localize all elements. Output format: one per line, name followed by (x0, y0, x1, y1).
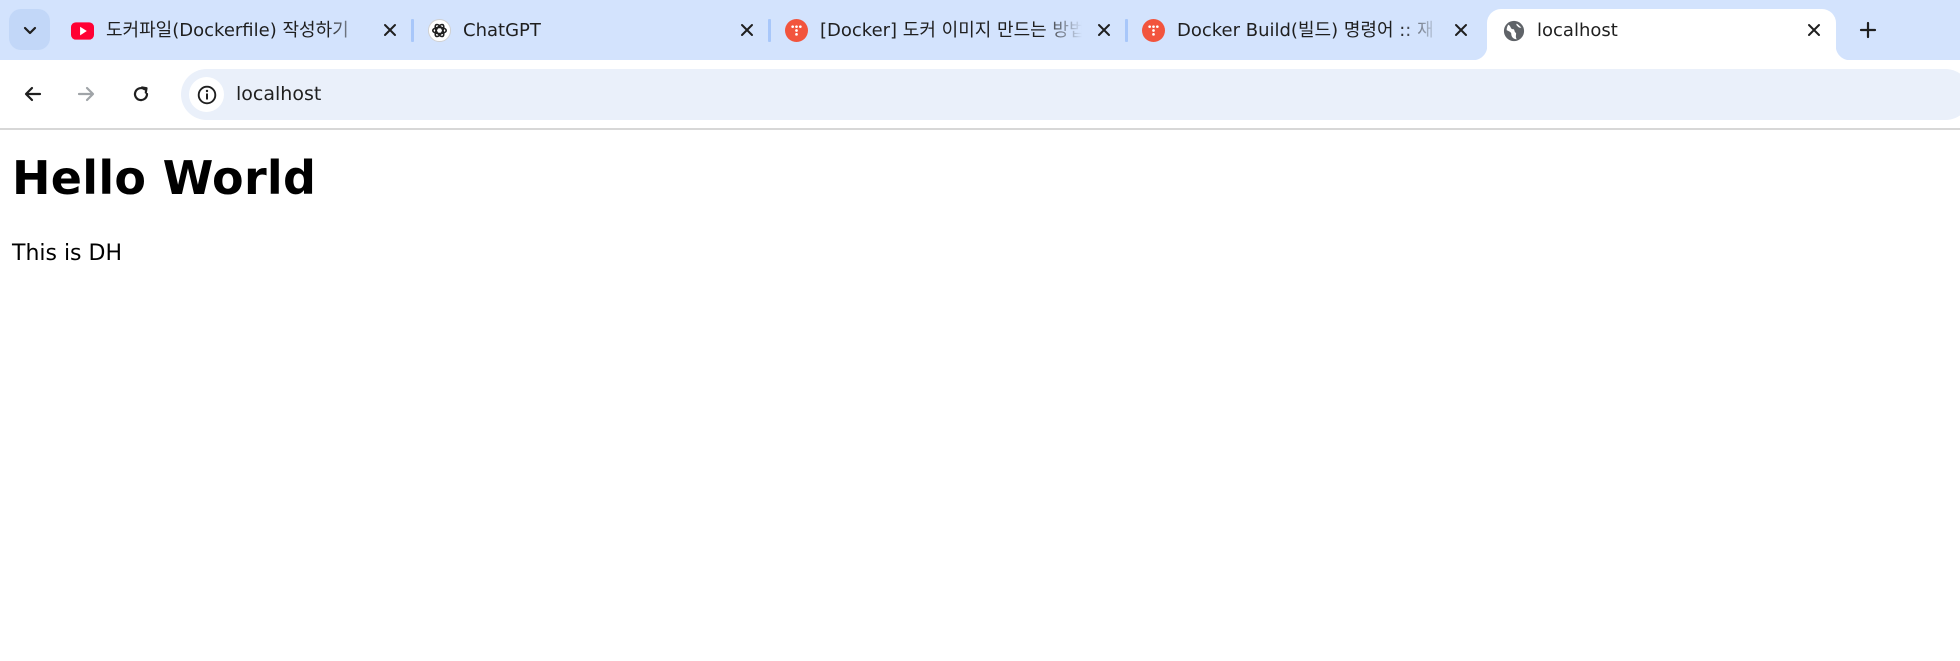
tab-title: [Docker] 도커 이미지 만드는 방법 (820, 20, 1082, 41)
tistory-icon (1142, 19, 1165, 42)
tab-title: localhost (1537, 20, 1618, 41)
close-icon[interactable] (1805, 21, 1823, 39)
tab-chatgpt[interactable]: ChatGPT (413, 9, 769, 51)
close-icon[interactable] (738, 21, 756, 39)
reload-button[interactable] (121, 74, 161, 114)
chevron-down-icon (22, 22, 38, 38)
browser-toolbar: localhost (0, 60, 1960, 129)
tab-docker-image[interactable]: [Docker] 도커 이미지 만드는 방법 (770, 9, 1126, 51)
info-icon (197, 85, 217, 105)
site-info-button[interactable] (189, 77, 224, 112)
close-icon[interactable] (1095, 21, 1113, 39)
new-tab-button[interactable] (1852, 14, 1884, 46)
page-paragraph: This is DH (12, 241, 122, 266)
tab-localhost[interactable]: localhost (1473, 9, 1850, 60)
arrow-left-icon (23, 84, 43, 104)
globe-icon (1502, 19, 1525, 42)
tab-search-button[interactable] (9, 9, 50, 50)
close-icon[interactable] (1452, 21, 1470, 39)
close-icon[interactable] (381, 21, 399, 39)
plus-icon (1859, 21, 1877, 39)
tab-strip: 도커파일(Dockerfile) 작성하기 ChatGPT [Docker] 도… (0, 0, 1960, 60)
page-content: Hello World This is DH (0, 130, 1960, 661)
address-bar[interactable]: localhost (181, 69, 1960, 120)
forward-button[interactable] (66, 74, 106, 114)
page-heading: Hello World (12, 151, 317, 205)
chatgpt-icon (428, 19, 451, 42)
youtube-icon (71, 19, 94, 42)
tab-youtube-dockerfile[interactable]: 도커파일(Dockerfile) 작성하기 (56, 9, 412, 51)
tab-docker-build[interactable]: Docker Build(빌드) 명령어 :: 재 (1127, 9, 1483, 51)
back-button[interactable] (13, 74, 53, 114)
reload-icon (131, 84, 151, 104)
tab-title: Docker Build(빌드) 명령어 :: 재 (1177, 20, 1434, 41)
tistory-icon (785, 19, 808, 42)
tab-title: ChatGPT (463, 20, 541, 41)
url-text[interactable]: localhost (236, 82, 321, 107)
tab-title: 도커파일(Dockerfile) 작성하기 (106, 20, 349, 41)
arrow-right-icon (76, 84, 96, 104)
